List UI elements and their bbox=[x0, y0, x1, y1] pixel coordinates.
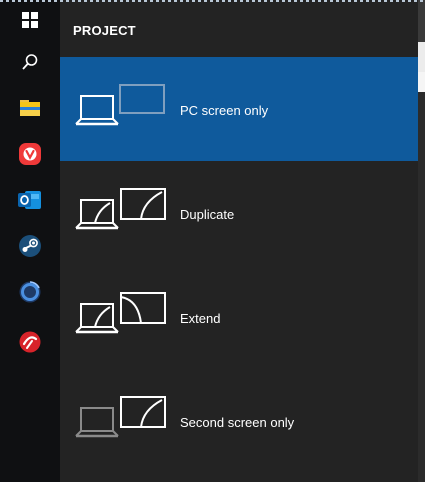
project-panel: PROJECT PC screen only Duplicate Extend … bbox=[60, 0, 418, 482]
vivaldi-icon bbox=[19, 143, 41, 165]
app-ring-button[interactable] bbox=[0, 274, 60, 310]
second-screen-only-icon bbox=[75, 396, 166, 438]
outlook-button[interactable] bbox=[0, 182, 60, 218]
option-pc-screen-only[interactable]: PC screen only bbox=[60, 57, 418, 161]
panel-title: PROJECT bbox=[73, 23, 136, 38]
option-label: Extend bbox=[180, 311, 221, 326]
search-icon bbox=[22, 54, 38, 70]
steam-icon bbox=[19, 235, 41, 257]
extend-icon bbox=[75, 292, 166, 334]
option-label: PC screen only bbox=[180, 103, 269, 118]
steam-button[interactable] bbox=[0, 228, 60, 264]
red-app-icon bbox=[19, 331, 41, 353]
windows-start-icon bbox=[22, 12, 38, 28]
background-window-part bbox=[418, 42, 425, 72]
background-window-part bbox=[418, 92, 425, 482]
search-button[interactable] bbox=[0, 44, 60, 80]
option-label: Duplicate bbox=[180, 207, 235, 222]
duplicate-icon bbox=[75, 188, 166, 230]
windows-start-button[interactable] bbox=[0, 2, 60, 38]
option-second-screen-only[interactable]: Second screen only bbox=[60, 369, 418, 473]
option-duplicate[interactable]: Duplicate bbox=[60, 161, 418, 265]
file-explorer-button[interactable] bbox=[0, 90, 60, 126]
option-label: Second screen only bbox=[180, 415, 295, 430]
pc-screen-only-icon bbox=[75, 84, 165, 126]
background-window-edge bbox=[418, 0, 425, 482]
vivaldi-button[interactable] bbox=[0, 136, 60, 172]
red-app-button[interactable] bbox=[0, 324, 60, 360]
screen-top-border bbox=[0, 0, 425, 2]
file-explorer-icon bbox=[20, 100, 40, 116]
taskbar bbox=[0, 0, 60, 482]
background-window-part bbox=[418, 72, 425, 92]
outlook-icon bbox=[18, 191, 41, 209]
app-ring-icon bbox=[19, 281, 41, 303]
option-extend[interactable]: Extend bbox=[60, 265, 418, 369]
